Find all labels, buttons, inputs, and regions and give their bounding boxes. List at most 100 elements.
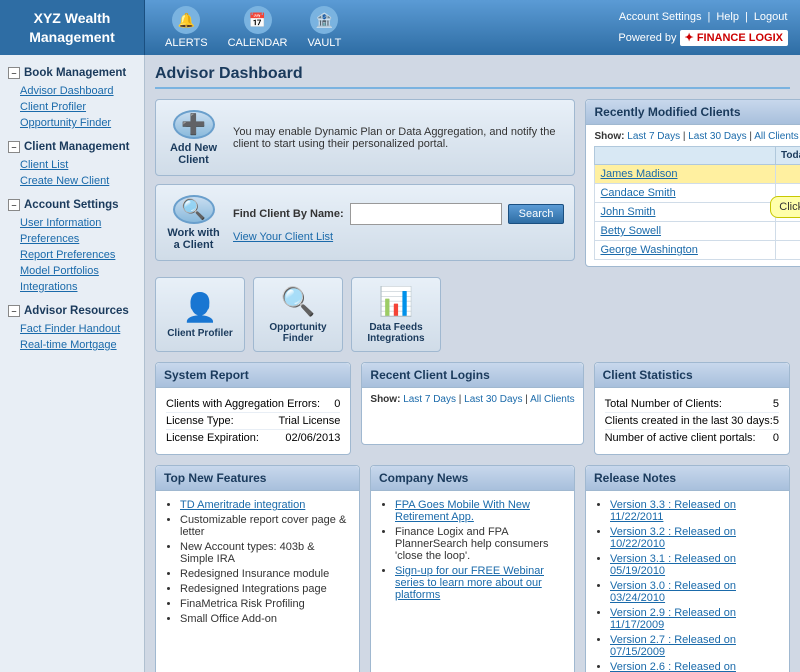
report-row: Clients with Aggregation Errors: 0 (166, 396, 340, 413)
sidebar-item-report-preferences[interactable]: Report Preferences (0, 247, 144, 263)
nav-alerts[interactable]: 🔔 ALERTS (165, 6, 208, 49)
account-settings-link[interactable]: Account Settings (619, 11, 702, 23)
sidebar-item-opportunity-finder[interactable]: Opportunity Finder (0, 115, 144, 131)
release-link-3[interactable]: Version 3.0 : Released on 03/24/2010 (610, 580, 736, 604)
search-button[interactable]: Search (508, 204, 565, 224)
client-link-candace-smith[interactable]: Candace Smith (600, 187, 675, 199)
calendar-label: CALENDAR (228, 37, 288, 49)
logins-filter-all[interactable]: All Clients (530, 394, 574, 405)
sidebar-item-advisor-dashboard[interactable]: Advisor Dashboard (0, 83, 144, 99)
data-feeds-card-label: Data Feeds Integrations (352, 322, 440, 344)
stats-row: Number of active client portals: 0 (605, 430, 779, 446)
sidebar-section-book-management[interactable]: – Book Management (0, 63, 144, 83)
find-client-input[interactable] (350, 203, 502, 225)
sidebar-item-realtime-mortgage[interactable]: Real-time Mortgage (0, 337, 144, 353)
sidebar-item-integrations[interactable]: Integrations (0, 279, 144, 295)
license-type-value: Trial License (278, 415, 340, 427)
data-feeds-icon: 📊 (379, 285, 414, 318)
list-item: Redesigned Insurance module (180, 568, 349, 580)
sidebar-section-account-settings[interactable]: – Account Settings (0, 195, 144, 215)
release-link-4[interactable]: Version 2.9 : Released on 11/17/2009 (610, 607, 736, 631)
sidebar-item-create-new-client[interactable]: Create New Client (0, 173, 144, 189)
client-link-james-madison[interactable]: James Madison (600, 168, 677, 180)
sidebar-item-user-information[interactable]: User Information (0, 215, 144, 231)
license-expiry-value: 02/06/2013 (285, 432, 340, 444)
client-management-label: Client Management (24, 141, 129, 153)
advisor-resources-label: Advisor Resources (24, 305, 129, 317)
sidebar-item-preferences[interactable]: Preferences (0, 231, 144, 247)
sidebar-item-client-list[interactable]: Client List (0, 157, 144, 173)
filter-last7days[interactable]: Last 7 Days (627, 131, 680, 142)
toggle-book-management: – (8, 67, 20, 79)
list-item: Finance Logix and FPA PlannerSearch help… (395, 526, 564, 562)
table-row: George Washington 01/11/2013 (595, 241, 800, 260)
report-row: License Type: Trial License (166, 413, 340, 430)
client-link-george-washington[interactable]: George Washington (600, 244, 697, 256)
opportunity-finder-card[interactable]: 🔍 Opportunity Finder (253, 277, 343, 352)
view-client-list-link[interactable]: View Your Client List (233, 231, 333, 243)
recently-modified-table: Today James Madison Candace Smith (594, 146, 800, 260)
work-with-client-card: 🔍 Work with a Client Find Client By Name… (155, 184, 575, 261)
list-item: Version 2.9 : Released on 11/17/2009 (610, 607, 779, 631)
company-news-panel: Company News FPA Goes Mobile With New Re… (370, 465, 575, 672)
data-feeds-card[interactable]: 📊 Data Feeds Integrations (351, 277, 441, 352)
system-report-title: System Report (156, 363, 350, 388)
report-row: License Expiration: 02/06/2013 (166, 430, 340, 446)
sidebar-section-client-management[interactable]: – Client Management (0, 137, 144, 157)
work-with-client-icon-area: 🔍 Work with a Client (166, 195, 221, 250)
clients-30days-label: Clients created in the last 30 days: (605, 415, 773, 427)
sidebar-item-fact-finder[interactable]: Fact Finder Handout (0, 321, 144, 337)
client-link-betty-sowell[interactable]: Betty Sowell (600, 225, 661, 237)
recently-modified-panel: Recently Modified Clients Show: Last 7 D… (585, 99, 800, 267)
nav-calendar[interactable]: 📅 CALENDAR (228, 6, 288, 49)
release-notes-panel: Release Notes Version 3.3 : Released on … (585, 465, 790, 672)
filter-allclients[interactable]: All Clients (754, 131, 798, 142)
logins-filter-30days[interactable]: Last 30 Days (464, 394, 522, 405)
recent-logins-title: Recent Client Logins (362, 363, 582, 388)
release-link-6[interactable]: Version 2.6 : Released on 04/13/2009 (610, 661, 736, 672)
powered-by: Powered by ✦ FINANCE LOGIX (618, 31, 788, 44)
work-with-client-label[interactable]: Work with a Client (166, 227, 221, 251)
logout-link[interactable]: Logout (754, 11, 788, 23)
client-link-john-smith[interactable]: John Smith (600, 206, 655, 218)
list-item: Version 3.3 : Released on 11/22/2011 (610, 499, 779, 523)
company-news-title: Company News (371, 466, 574, 491)
filter-last30days[interactable]: Last 30 Days (688, 131, 746, 142)
feature-link-0[interactable]: TD Ameritrade integration (180, 499, 305, 511)
logo-text: XYZ Wealth Management (29, 9, 115, 45)
list-item: Redesigned Integrations page (180, 583, 349, 595)
calendar-icon: 📅 (244, 6, 272, 34)
release-link-0[interactable]: Version 3.3 : Released on 11/22/2011 (610, 499, 736, 523)
toggle-account-settings: – (8, 199, 20, 211)
client-profiler-card[interactable]: 👤 Client Profiler (155, 277, 245, 352)
nav-vault[interactable]: 🏦 VAULT (308, 6, 342, 49)
list-item: Version 2.7 : Released on 07/15/2009 (610, 634, 779, 658)
table-row: Candace Smith 01/11/2013 (595, 184, 800, 203)
release-link-2[interactable]: Version 3.1 : Released on 05/19/2010 (610, 553, 736, 577)
add-new-client-label[interactable]: Add New Client (166, 142, 221, 166)
logins-filter: Show: Last 7 Days | Last 30 Days | All C… (370, 394, 574, 405)
aggregation-value: 0 (334, 398, 340, 410)
release-link-5[interactable]: Version 2.7 : Released on 07/15/2009 (610, 634, 736, 658)
sidebar-item-client-profiler[interactable]: Client Profiler (0, 99, 144, 115)
release-link-1[interactable]: Version 3.2 : Released on 10/22/2010 (610, 526, 736, 550)
release-notes-title: Release Notes (586, 466, 789, 491)
news-link-0[interactable]: FPA Goes Mobile With New Retirement App. (395, 499, 530, 523)
icon-cards-row: 👤 Client Profiler 🔍 Opportunity Finder 📊… (155, 277, 790, 352)
find-client-label: Find Client By Name: (233, 208, 344, 220)
news-link-2[interactable]: Sign-up for our FREE Webinar series to l… (395, 565, 544, 601)
sidebar-section-advisor-resources[interactable]: – Advisor Resources (0, 301, 144, 321)
list-item: FinaMetrica Risk Profiling (180, 598, 349, 610)
toggle-advisor-resources: – (8, 305, 20, 317)
list-item: Small Office Add-on (180, 613, 349, 625)
tooltip-bubble: Click on the client (770, 196, 800, 218)
help-link[interactable]: Help (716, 11, 739, 23)
logins-filter-7days[interactable]: Last 7 Days (403, 394, 456, 405)
add-new-client-description: You may enable Dynamic Plan or Data Aggr… (233, 126, 564, 150)
system-report-panel: System Report Clients with Aggregation E… (155, 362, 351, 455)
client-profiler-card-label: Client Profiler (167, 328, 233, 339)
table-row: John Smith 01/11/2013 (595, 203, 800, 222)
sidebar-item-model-portfolios[interactable]: Model Portfolios (0, 263, 144, 279)
sidebar: – Book Management Advisor Dashboard Clie… (0, 55, 145, 672)
list-item: Version 3.0 : Released on 03/24/2010 (610, 580, 779, 604)
